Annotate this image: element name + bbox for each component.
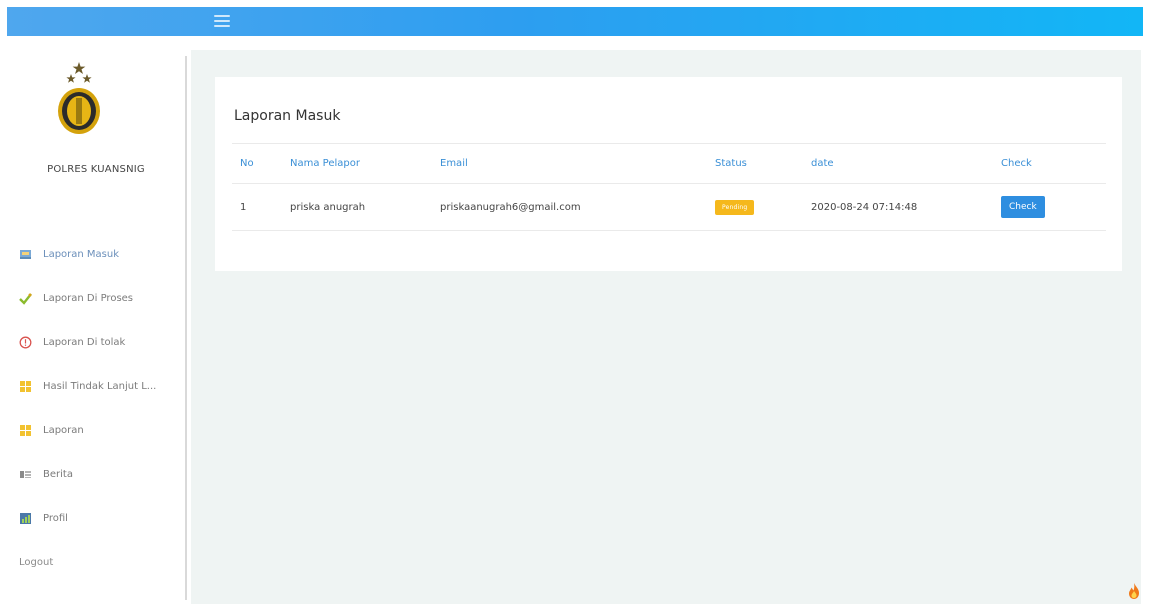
sidebar-item-label: Laporan xyxy=(43,424,84,436)
header-check: Check xyxy=(993,143,1106,184)
sidebar-item-label: Hasil Tindak Lanjut L... xyxy=(43,380,157,392)
sidebar-divider xyxy=(185,56,187,600)
news-icon xyxy=(19,468,32,481)
header-status: Status xyxy=(707,143,803,184)
main-content: Laporan Masuk No Nama Pelapor Email Stat… xyxy=(191,50,1141,604)
cell-date: 2020-08-24 07:14:48 xyxy=(803,183,993,231)
sidebar-item-berita[interactable]: Berita xyxy=(7,452,185,496)
grid-icon xyxy=(19,380,32,393)
check-icon xyxy=(19,292,32,305)
sidebar-item-label: Laporan Di tolak xyxy=(43,336,126,348)
police-emblem-icon xyxy=(58,62,100,134)
table-header-row: No Nama Pelapor Email Status date Check xyxy=(232,143,1106,184)
cell-no: 1 xyxy=(232,183,282,231)
cell-status: Pending xyxy=(707,183,803,231)
page-title: Laporan Masuk xyxy=(234,108,341,124)
header-email: Email xyxy=(432,143,707,184)
logout-link[interactable]: Logout xyxy=(7,540,185,584)
report-card: Laporan Masuk No Nama Pelapor Email Stat… xyxy=(215,77,1122,271)
brand-name: POLRES KUANSNIG xyxy=(47,164,145,175)
cell-action: Check xyxy=(993,183,1106,231)
sidebar-item-label: Laporan Masuk xyxy=(43,248,120,260)
sidebar-menu: Laporan Masuk Laporan Di Proses Laporan … xyxy=(7,232,185,584)
sidebar-item-label: Laporan Di Proses xyxy=(43,292,134,304)
check-button[interactable]: Check xyxy=(1001,196,1045,218)
sidebar-item-laporan[interactable]: Laporan xyxy=(7,408,185,452)
status-badge: Pending xyxy=(715,199,755,215)
sidebar-item-laporan-di-tolak[interactable]: Laporan Di tolak xyxy=(7,320,185,364)
flame-icon[interactable] xyxy=(1127,582,1141,600)
header-date: date xyxy=(803,143,993,184)
alert-circle-icon xyxy=(19,336,32,349)
grid-icon xyxy=(19,424,32,437)
reports-table: No Nama Pelapor Email Status date Check … xyxy=(232,143,1106,231)
sidebar-item-hasil-tindak-lanjut[interactable]: Hasil Tindak Lanjut L... xyxy=(7,364,185,408)
top-navbar xyxy=(7,7,1143,36)
sidebar: POLRES KUANSNIG Laporan Masuk Laporan Di… xyxy=(7,36,185,604)
cell-name: priska anugrah xyxy=(282,183,432,231)
header-no: No xyxy=(232,143,282,184)
sidebar-item-laporan-di-proses[interactable]: Laporan Di Proses xyxy=(7,276,185,320)
sidebar-item-laporan-masuk[interactable]: Laporan Masuk xyxy=(7,232,185,276)
sidebar-item-profil[interactable]: Profil xyxy=(7,496,185,540)
hamburger-icon[interactable] xyxy=(214,15,230,28)
inbox-icon xyxy=(19,248,32,261)
table-row: 1 priska anugrah priskaanugrah6@gmail.co… xyxy=(232,183,1106,231)
chart-icon xyxy=(19,512,32,525)
sidebar-item-label: Profil xyxy=(43,512,68,524)
header-nama-pelapor: Nama Pelapor xyxy=(282,143,432,184)
sidebar-item-label: Berita xyxy=(43,468,73,480)
cell-email: priskaanugrah6@gmail.com xyxy=(432,183,707,231)
